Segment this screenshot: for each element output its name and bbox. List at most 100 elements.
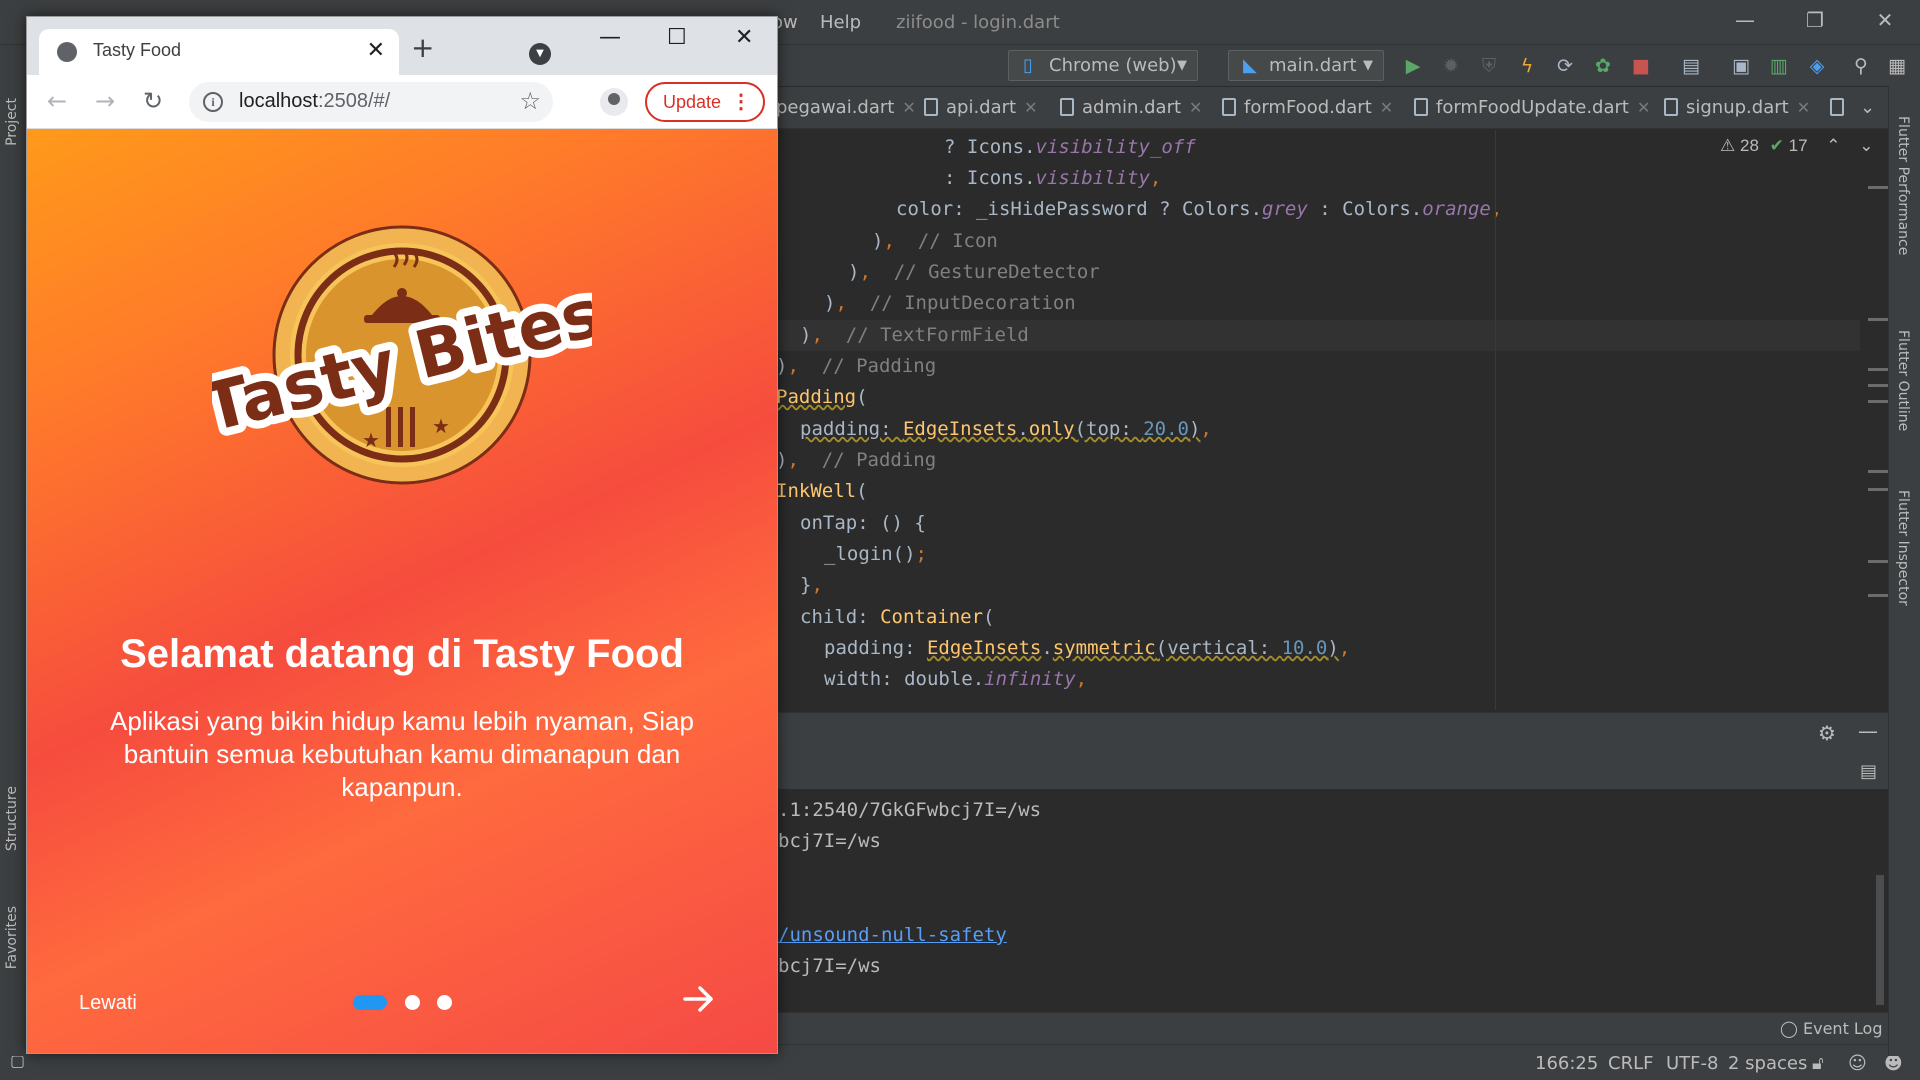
next-arrow-icon[interactable] [679,979,719,1019]
device-manager-icon[interactable]: ▥ [1768,55,1790,77]
error-stripe-mark[interactable] [1868,470,1888,473]
code-line: ? Icons.visibility_off [944,136,1196,158]
sdk-manager-icon[interactable]: ◈ [1806,55,1828,77]
run-icon[interactable]: ▶ [1402,55,1424,77]
menu-help[interactable]: Help [820,12,861,33]
output-link[interactable]: /unsound-null-safety [778,920,1007,951]
minimize-icon[interactable]: — [599,25,621,50]
url-text: localhost:2508/#/ [239,90,390,113]
attach-icon[interactable]: ✿ [1592,55,1614,77]
settings-icon[interactable]: ▦ [1886,55,1908,77]
error-stripe-mark[interactable] [1868,488,1888,491]
tab-label: api.dart [946,97,1017,118]
event-log-button[interactable]: ◯ Event Log [1780,1019,1883,1038]
page-indicator-dot-active[interactable] [353,995,387,1010]
tab-list-chevron-icon[interactable]: ⌄ [1860,87,1875,129]
tab-search-icon[interactable]: ▼ [529,43,551,65]
notifications-icon[interactable]: ☻ [1884,1053,1903,1074]
stop-icon[interactable]: ■ [1630,55,1652,77]
error-stripe-mark[interactable] [1868,186,1888,189]
skip-button[interactable]: Lewati [79,992,137,1015]
device-selector[interactable]: ▯ Chrome (web) ▼ [1008,50,1198,81]
back-arrow-icon[interactable]: ← [47,88,67,114]
flutter-outline-button[interactable]: Flutter Outline [1895,330,1911,431]
debug-icon[interactable]: ✹ [1440,55,1462,77]
error-stripe-mark[interactable] [1868,318,1888,321]
browser-window: Tasty Food ✕ + ▼ — ☐ ✕ ← → ↻ i localhost… [26,16,778,1054]
dart-file-icon [1664,98,1678,116]
close-icon[interactable]: ✕ [1637,98,1650,117]
code-line: ), // Icon [872,230,998,252]
close-window-icon[interactable]: ✕ [735,25,753,50]
tab-formfood[interactable]: formFood.dart ✕ [1222,87,1393,129]
code-line: InkWell( [776,480,868,502]
update-button[interactable]: Update ⋮ [645,82,765,122]
close-icon[interactable]: ✕ [902,98,915,117]
search-icon[interactable]: ⚲ [1850,55,1872,77]
page-indicator-dot[interactable] [405,995,420,1010]
site-info-icon[interactable]: i [203,92,223,112]
close-icon[interactable]: ✕ [1380,98,1393,117]
minimize-icon[interactable]: — [1730,8,1760,36]
tab-signup[interactable]: signup.dart ✕ [1664,87,1810,129]
chevron-down-icon[interactable]: ⌄ [1859,136,1873,155]
inspection-widget[interactable]: ⚠ 28 ✔ 17 ⌃ ⌄ [1720,136,1874,156]
close-tab-icon[interactable]: ✕ [367,38,385,63]
coverage-icon[interactable]: ⛨ [1478,55,1500,77]
restore-icon[interactable]: ❐ [1800,8,1830,36]
project-structure-icon[interactable]: ▤ [1680,55,1702,77]
devtools-icon[interactable]: ▣ [1730,55,1752,77]
close-icon[interactable]: ✕ [1870,8,1900,36]
layout-icon[interactable]: ▤ [1860,761,1877,782]
address-bar[interactable]: i localhost:2508/#/ ☆ [189,82,553,122]
hot-restart-icon[interactable]: ⟳ [1554,55,1576,77]
dart-file-icon [924,98,938,116]
line-separator[interactable]: CRLF [1608,1053,1653,1074]
browser-tab-active[interactable]: Tasty Food ✕ [39,29,399,75]
close-icon[interactable]: ✕ [1024,98,1037,117]
error-stripe-mark[interactable] [1868,384,1888,387]
error-stripe-mark[interactable] [1868,368,1888,371]
structure-tool-button[interactable]: Structure [4,786,20,851]
code-line: color: _isHidePassword ? Colors.grey : C… [896,198,1503,220]
hide-panel-icon[interactable]: — [1858,719,1878,743]
smiley-icon[interactable]: ☺ [1848,1053,1867,1074]
tab-overflow[interactable] [1830,87,1852,129]
caret-position[interactable]: 166:25 [1535,1053,1598,1074]
error-stripe-mark[interactable] [1868,560,1888,563]
tab-pegawai[interactable]: pegawai.dart ✕ [776,87,916,129]
lock-icon[interactable]: 🔓︎ [1812,1053,1824,1074]
new-tab-icon[interactable]: + [411,34,434,62]
profile-avatar-icon[interactable] [600,88,628,116]
reload-icon[interactable]: ↻ [143,88,163,114]
more-menu-icon[interactable]: ⋮ [731,84,751,120]
error-stripe-mark[interactable] [1868,594,1888,597]
run-config-selector[interactable]: ◣ main.dart ▼ [1228,50,1384,81]
flutter-inspector-button[interactable]: Flutter Inspector [1895,490,1911,606]
flutter-performance-button[interactable]: Flutter Performance [1895,116,1911,255]
dart-file-icon [1222,98,1236,116]
close-icon[interactable]: ✕ [1797,98,1810,117]
code-line: _login(); [824,543,927,565]
bookmark-star-icon[interactable]: ☆ [519,87,541,115]
code-line: ), // Padding [776,449,937,471]
project-tool-button[interactable]: Project [4,98,20,146]
output-scrollbar[interactable] [1876,875,1884,1005]
code-line: padding: EdgeInsets.only(top: 20.0), [800,418,1212,440]
url-path: :2508/#/ [317,90,391,112]
tab-formfoodupdate[interactable]: formFoodUpdate.dart ✕ [1414,87,1650,129]
chevron-up-icon[interactable]: ⌃ [1826,136,1840,155]
warning-count: 28 [1739,136,1759,155]
favorites-tool-button[interactable]: Favorites [4,906,20,969]
tab-admin[interactable]: admin.dart ✕ [1060,87,1202,129]
hot-reload-icon[interactable]: ϟ [1516,55,1538,77]
error-stripe-mark[interactable] [1868,400,1888,403]
maximize-icon[interactable]: ☐ [667,25,687,50]
tab-api[interactable]: api.dart ✕ [924,87,1038,129]
forward-arrow-icon[interactable]: → [95,88,115,114]
page-indicator-dot[interactable] [437,995,452,1010]
file-encoding[interactable]: UTF-8 [1666,1053,1718,1074]
close-icon[interactable]: ✕ [1189,98,1202,117]
indent-setting[interactable]: 2 spaces [1728,1053,1807,1074]
gear-icon[interactable]: ⚙ [1818,721,1836,745]
